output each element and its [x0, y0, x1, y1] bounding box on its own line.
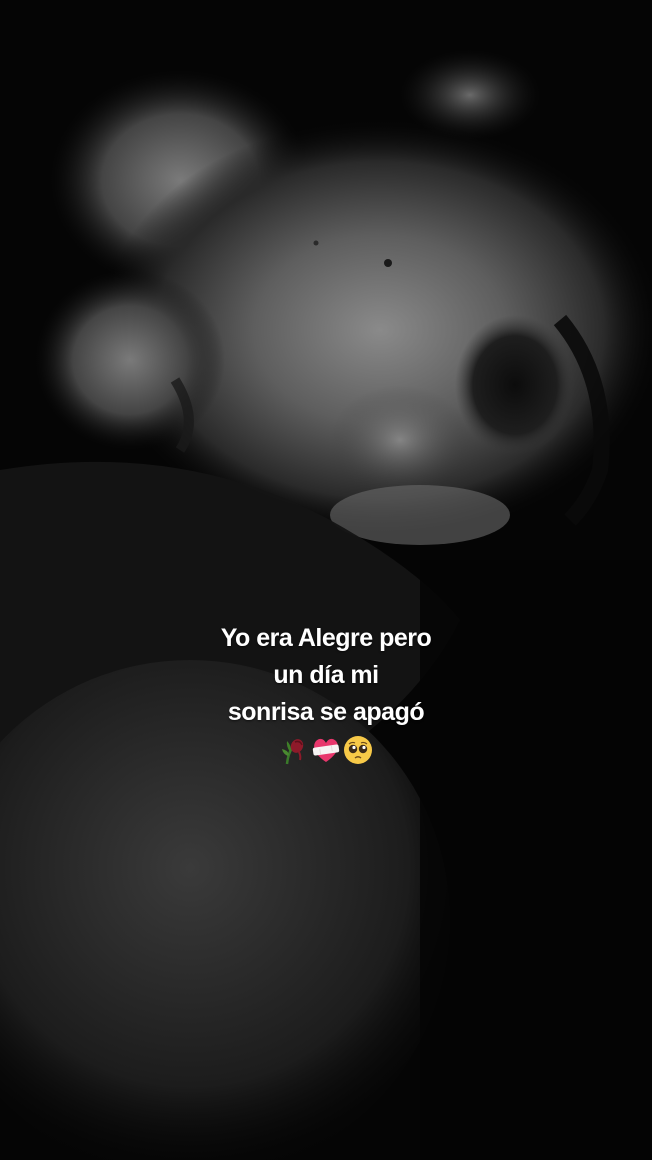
cheek-shape [35, 270, 225, 450]
story-caption: Yo era Alegre pero un día mi sonrisa se … [0, 620, 652, 767]
mole-dot [384, 259, 392, 267]
caption-line-1: Yo era Alegre pero [220, 624, 432, 652]
caption-line-2: un día mi [273, 661, 379, 689]
story-frame: Yo era Alegre pero un día mi sonrisa se … [0, 0, 652, 1160]
nose-highlight [330, 385, 470, 495]
mending-heart-icon [310, 734, 342, 766]
emoji-row [0, 733, 652, 767]
wilted-rose-icon [278, 734, 310, 766]
background-photo [0, 0, 652, 1160]
caption-line-3: sonrisa se apagó [227, 698, 425, 726]
eye-shape [455, 315, 575, 455]
pleading-face-icon [342, 734, 374, 766]
